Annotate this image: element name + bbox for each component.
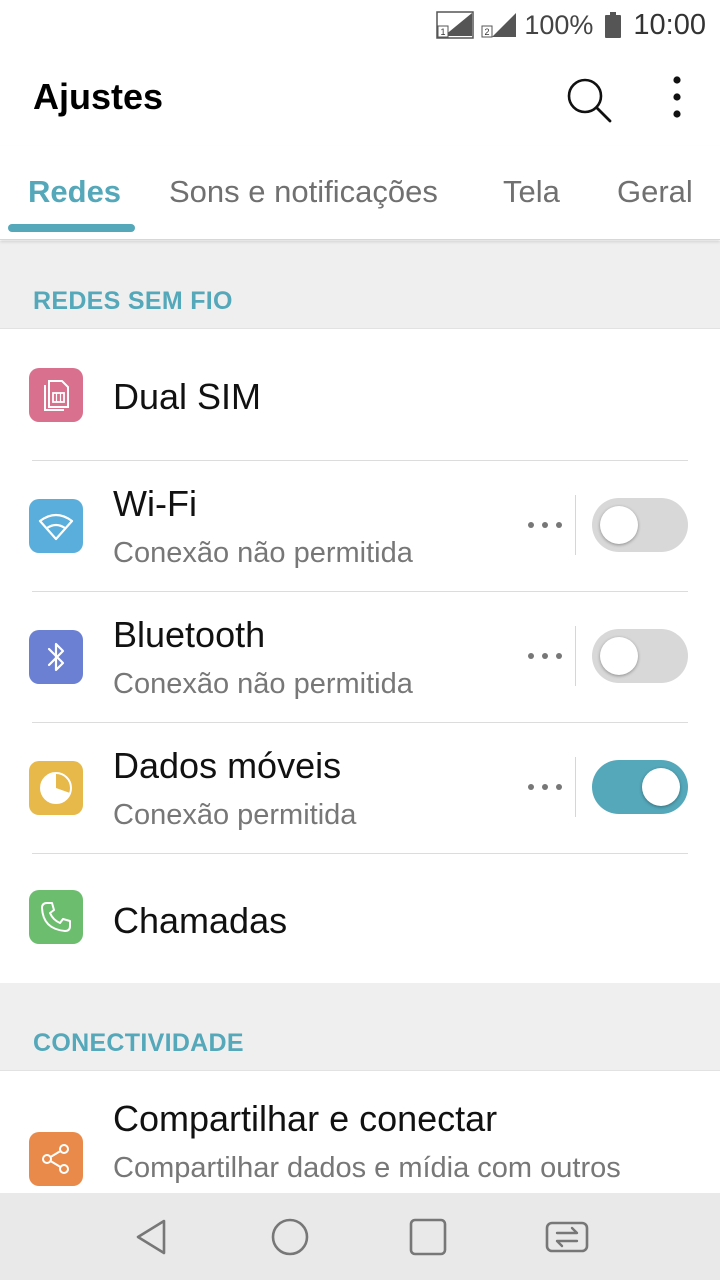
back-button[interactable] — [130, 1215, 174, 1259]
home-circle-icon — [271, 1218, 309, 1256]
item-subtitle: Conexão não permitida — [113, 668, 413, 700]
section-header-wireless: REDES SEM FIO — [0, 241, 720, 329]
bluetooth-toggle[interactable] — [592, 629, 688, 683]
share-icon — [29, 1132, 83, 1186]
sim-card-icon — [29, 368, 83, 422]
bluetooth-more-button[interactable] — [528, 646, 562, 666]
recents-square-icon — [409, 1218, 447, 1256]
settings-item-calls[interactable]: Chamadas — [0, 854, 720, 983]
app-bar: Ajustes — [0, 50, 720, 146]
settings-item-mobile-data[interactable]: Dados móveis Conexão permitida — [0, 723, 720, 854]
item-subtitle: Conexão permitida — [113, 799, 357, 831]
bluetooth-icon — [29, 630, 83, 684]
item-title: Wi-Fi — [113, 483, 197, 524]
battery-percent: 100% — [524, 9, 594, 40]
search-button[interactable] — [560, 72, 616, 128]
settings-item-share-connect[interactable]: Compartilhar e conectar Compartilhar dad… — [0, 1072, 720, 1193]
tab-bar: Redes Sons e notificações Tela Geral — [0, 146, 720, 240]
battery-icon — [605, 12, 622, 38]
wifi-toggle[interactable] — [592, 498, 688, 552]
section-title: CONECTIVIDADE — [33, 1029, 244, 1057]
item-title: Dual SIM — [113, 376, 262, 417]
sim2-label: 2 — [485, 27, 490, 37]
tab-tela[interactable]: Tela — [503, 174, 560, 210]
item-subtitle: Compartilhar dados e mídia com outros — [113, 1152, 621, 1184]
settings-item-dual-sim[interactable]: Dual SIM — [0, 330, 720, 461]
page-title: Ajustes — [33, 76, 164, 117]
sim2-signal-icon: 2 — [480, 10, 518, 40]
section-title: REDES SEM FIO — [33, 287, 233, 315]
navigation-bar — [0, 1193, 720, 1280]
sim1-label: 1 — [441, 27, 446, 37]
clock: 10:00 — [633, 8, 706, 41]
back-triangle-icon — [136, 1219, 166, 1255]
wifi-more-button[interactable] — [528, 515, 562, 535]
dual-window-switch-button[interactable] — [544, 1215, 589, 1259]
active-tab-indicator — [8, 224, 135, 232]
dual-window-switch-icon — [545, 1221, 589, 1253]
item-subtitle: Conexão não permitida — [113, 537, 413, 569]
recents-button[interactable] — [406, 1215, 450, 1259]
tab-geral[interactable]: Geral — [617, 174, 693, 210]
search-icon — [567, 78, 612, 123]
mobile-data-more-button[interactable] — [528, 777, 562, 797]
settings-item-wifi[interactable]: Wi-Fi Conexão não permitida — [0, 461, 720, 592]
tab-redes[interactable]: Redes — [28, 174, 121, 210]
item-title: Chamadas — [113, 900, 288, 941]
item-title: Bluetooth — [113, 614, 266, 655]
item-title: Dados móveis — [113, 745, 342, 786]
item-title: Compartilhar e conectar — [113, 1098, 498, 1139]
phone-icon — [29, 890, 83, 944]
more-options-button[interactable] — [660, 72, 694, 128]
tab-sons-e-notificacoes[interactable]: Sons e notificações — [169, 174, 438, 210]
more-vert-icon — [673, 76, 681, 118]
mobile-data-toggle[interactable] — [592, 760, 688, 814]
sim1-signal-icon: 1 — [436, 10, 475, 40]
home-button[interactable] — [268, 1215, 312, 1259]
section-header-connectivity: CONECTIVIDADE — [0, 983, 720, 1071]
wifi-icon — [29, 499, 83, 553]
settings-item-bluetooth[interactable]: Bluetooth Conexão não permitida — [0, 592, 720, 723]
data-usage-icon — [29, 761, 83, 815]
status-bar: 1 2 100% 10:00 — [0, 0, 720, 50]
